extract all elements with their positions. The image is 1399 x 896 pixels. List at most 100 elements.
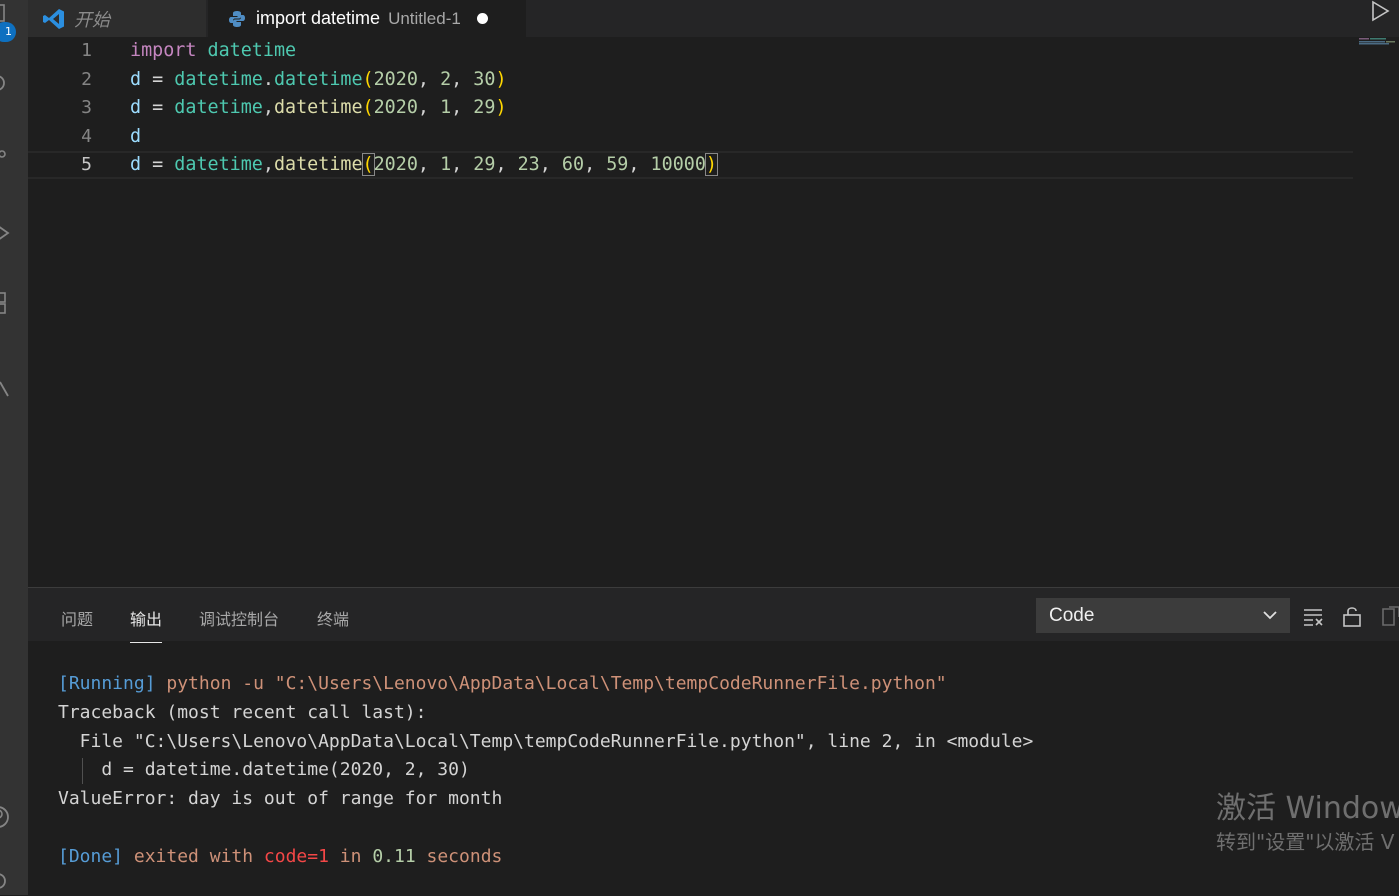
code-token: ( bbox=[361, 153, 375, 177]
output-log[interactable]: [Running] python -u "C:\Users\Lenovo\App… bbox=[58, 670, 1033, 872]
code-text: d = datetime,datetime(2020, 1, 29) bbox=[130, 94, 507, 122]
tab-label: import datetime bbox=[256, 8, 381, 28]
code-token: ( bbox=[362, 68, 374, 90]
output-line: Traceback (most recent call last): bbox=[58, 699, 1033, 728]
output-line: [Done] exited with code=1 in 0.11 second… bbox=[58, 843, 1033, 872]
code-token: 60 bbox=[561, 154, 585, 176]
output-channel-value: Code bbox=[1049, 605, 1095, 626]
panel-tab-bar: 问题 输出 调试控制台 终端 Code bbox=[28, 588, 1399, 643]
output-segment: ValueError: day is out of range for mont… bbox=[58, 788, 503, 810]
code-token: , bbox=[451, 68, 474, 90]
code-token: 2 bbox=[440, 68, 452, 90]
code-token: 2020 bbox=[373, 97, 418, 119]
chevron-down-icon bbox=[1263, 611, 1277, 620]
tab-problems[interactable]: 问题 bbox=[61, 606, 93, 630]
minimap[interactable] bbox=[1359, 37, 1397, 45]
code-token: . bbox=[262, 68, 274, 90]
tab-untitled-1[interactable]: import datetime Untitled-1 bbox=[208, 0, 526, 37]
code-token: ( bbox=[362, 97, 374, 119]
play-icon bbox=[1372, 0, 1390, 22]
output-line: File "C:\Users\Lenovo\AppData\Local\Temp… bbox=[58, 728, 1034, 757]
output-line: d = datetime.datetime(2020, 2, 30) bbox=[58, 756, 1033, 785]
notification-badge: 1 bbox=[0, 22, 16, 42]
line-number: 3 bbox=[81, 97, 92, 119]
code-token: , bbox=[417, 154, 441, 176]
code-line[interactable]: 4d bbox=[28, 123, 1353, 151]
code-token: 23 bbox=[517, 154, 540, 176]
code-token: , bbox=[417, 68, 441, 90]
activity-bar: 1 bbox=[0, 0, 28, 895]
code-token: , bbox=[451, 154, 474, 176]
code-token: datetime bbox=[273, 68, 363, 90]
code-token: datetime bbox=[174, 97, 263, 119]
source-control-icon[interactable] bbox=[0, 148, 10, 170]
code-token: 59 bbox=[606, 154, 629, 176]
code-line[interactable]: 5d = datetime,datetime(2020, 1, 29, 23, … bbox=[28, 151, 1353, 180]
extensions-icon[interactable] bbox=[0, 292, 10, 314]
code-token: 1 bbox=[440, 154, 452, 176]
code-token: datetime bbox=[207, 40, 297, 61]
open-log-button[interactable] bbox=[1380, 605, 1399, 627]
clear-output-icon bbox=[1304, 609, 1323, 626]
code-token: = bbox=[141, 154, 175, 176]
output-segment: in bbox=[328, 845, 373, 867]
code-token: , bbox=[262, 97, 274, 119]
remote-icon[interactable] bbox=[0, 378, 10, 400]
output-channel-select[interactable]: Code bbox=[1036, 598, 1290, 633]
watermark-title: 激活 Window bbox=[1216, 791, 1399, 826]
code-line[interactable]: 2d = datetime.datetime(2020, 2, 30) bbox=[28, 66, 1353, 94]
code-token: 29 bbox=[473, 154, 496, 176]
output-segment: python -u "C:\Users\Lenovo\AppData\Local… bbox=[155, 673, 947, 694]
code-token: , bbox=[539, 154, 562, 176]
vscode-logo-icon bbox=[43, 8, 64, 29]
output-segment: exited with bbox=[123, 845, 264, 867]
code-editor[interactable]: 1 import datetime 2 d = datetime.datetime(2… bbox=[28, 37, 1399, 587]
editor-tab-bar: 开始 import datetime Untitled-1 bbox=[28, 0, 1399, 37]
code-line[interactable]: 3d = datetime,datetime(2020, 1, 29) bbox=[28, 94, 1353, 122]
code-token: 2020 bbox=[373, 68, 418, 90]
output-segment: code=1 bbox=[263, 845, 329, 867]
tab-terminal[interactable]: 终端 bbox=[317, 606, 349, 630]
explorer-icon[interactable] bbox=[0, 2, 10, 24]
tab-label: 开始 bbox=[74, 9, 110, 31]
output-segment: [Done] bbox=[58, 845, 124, 867]
line-number: 5 bbox=[81, 154, 92, 176]
output-segment: 0.11 bbox=[372, 845, 416, 867]
code-text: import datetime bbox=[130, 37, 296, 65]
tab-debug-console[interactable]: 调试控制台 bbox=[199, 606, 279, 630]
clear-output-button[interactable] bbox=[1302, 605, 1324, 627]
output-segment: d = datetime.datetime(2020, 2, 30) bbox=[58, 759, 470, 781]
account-icon[interactable] bbox=[0, 806, 10, 828]
code-token: , bbox=[628, 154, 651, 176]
code-token: 30 bbox=[473, 68, 496, 90]
windows-activation-watermark: 激活 Window 转到"设置"以激活 V bbox=[1216, 790, 1399, 856]
code-token: ) bbox=[495, 97, 507, 119]
search-icon[interactable] bbox=[0, 74, 10, 96]
code-token: ) bbox=[495, 68, 507, 90]
code-token: d bbox=[130, 154, 142, 176]
code-token: datetime bbox=[273, 154, 363, 176]
code-token: = bbox=[141, 68, 175, 90]
unsaved-dot-icon[interactable] bbox=[476, 13, 488, 24]
code-token: , bbox=[495, 154, 518, 176]
run-debug-icon[interactable] bbox=[0, 222, 10, 244]
code-token: d bbox=[130, 68, 142, 90]
code-token: 29 bbox=[473, 97, 496, 119]
code-token: , bbox=[262, 154, 274, 176]
code-text: d = datetime.datetime(2020, 2, 30) bbox=[130, 66, 507, 94]
bottom-panel: 问题 输出 调试控制台 终端 Code [Running] python -u … bbox=[28, 587, 1399, 895]
tab-output[interactable]: 输出 bbox=[130, 606, 163, 643]
code-token: d bbox=[130, 125, 142, 147]
output-line: [Running] python -u "C:\Users\Lenovo\App… bbox=[58, 670, 1033, 699]
lock-scroll-button[interactable] bbox=[1341, 605, 1363, 627]
code-token: import bbox=[130, 40, 197, 61]
lock-icon bbox=[1343, 607, 1361, 627]
settings-icon[interactable] bbox=[0, 870, 10, 892]
code-text: d = datetime,datetime(2020, 1, 29, 23, 6… bbox=[130, 151, 719, 179]
code-token: 1 bbox=[440, 97, 452, 119]
code-token: , bbox=[451, 97, 474, 119]
run-code-button[interactable] bbox=[1369, 0, 1391, 22]
tab-start[interactable]: 开始 bbox=[28, 0, 206, 37]
code-line[interactable]: 1 import datetime bbox=[28, 37, 1353, 65]
